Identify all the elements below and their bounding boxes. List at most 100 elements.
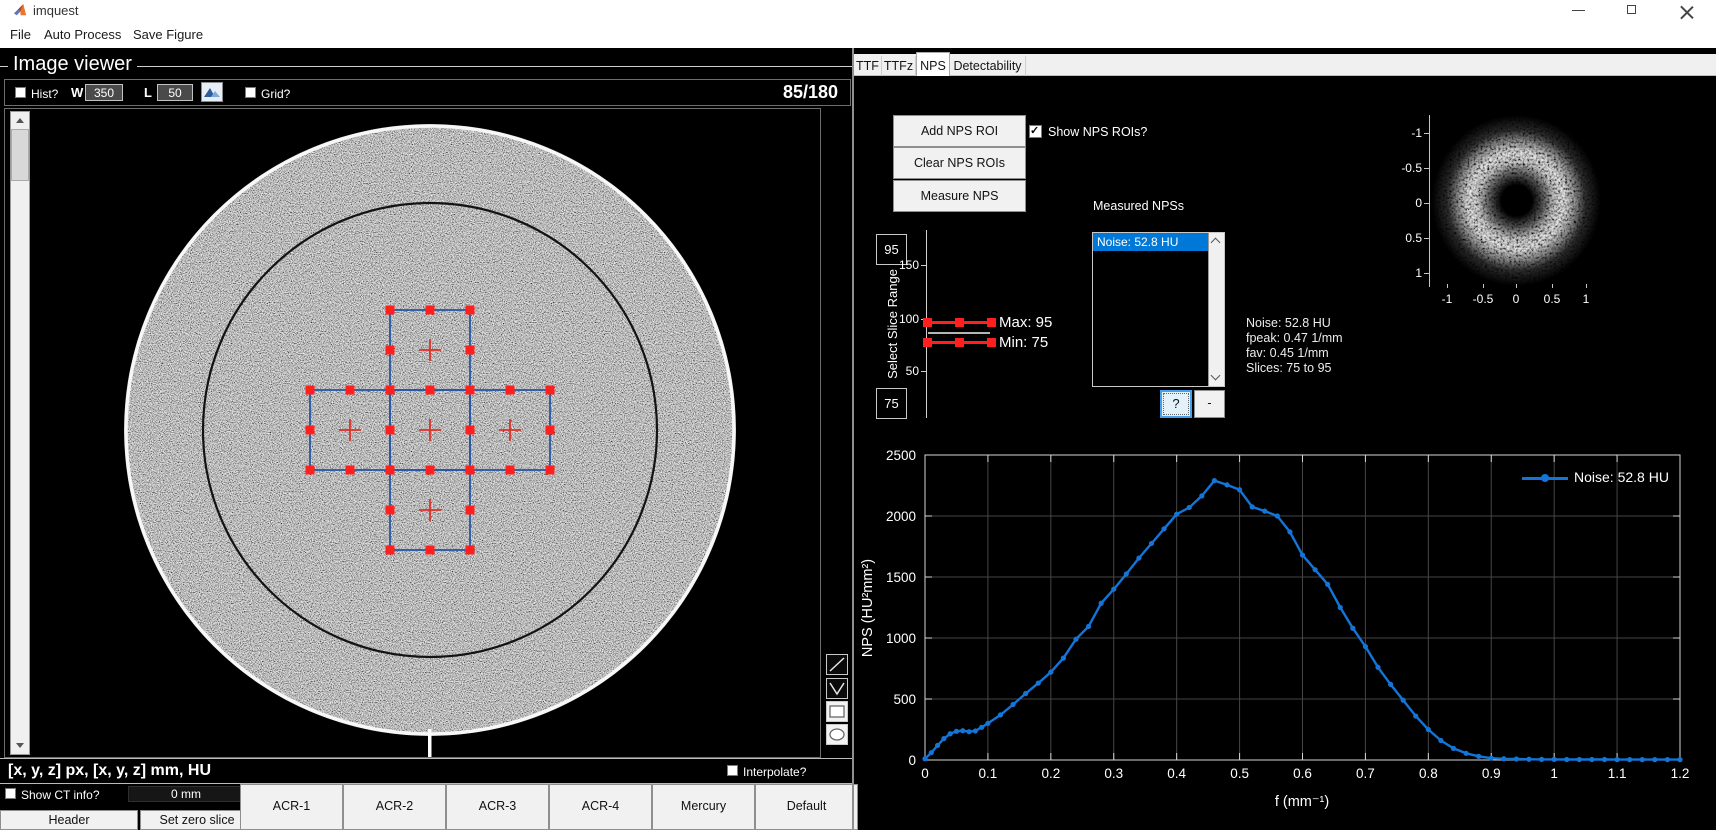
- nps2d-xlabel: 0: [1512, 292, 1520, 306]
- ellipse-roi-button[interactable]: [826, 724, 848, 745]
- tab-ttfz[interactable]: TTFz: [882, 56, 916, 76]
- nps2d-y-axis: [1429, 115, 1430, 287]
- svg-text:0.6: 0.6: [1293, 766, 1312, 781]
- chevron-up-icon: [1210, 237, 1221, 248]
- stats-noise: Noise: 52.8 HU: [1246, 316, 1331, 330]
- interpolate-checkbox[interactable]: [727, 765, 738, 776]
- tab-nps[interactable]: NPS: [916, 52, 950, 76]
- preset-mercury-button[interactable]: Mercury: [652, 784, 755, 830]
- image-viewer-toolbar: Hist? W L Grid? 85/180: [4, 79, 851, 106]
- nps2d-xlabel: 1: [1582, 292, 1590, 306]
- nps2d-xtick: [1516, 284, 1517, 288]
- nps2d-ytick: [1424, 203, 1429, 204]
- restore-button[interactable]: [1610, 0, 1656, 22]
- preset-acr4-button[interactable]: ACR-4: [549, 784, 652, 830]
- preset-default-button[interactable]: Default: [755, 784, 858, 830]
- preset-acr1-button[interactable]: ACR-1: [240, 784, 343, 830]
- remove-nps-button[interactable]: -: [1194, 390, 1225, 418]
- hist-checkbox[interactable]: [15, 87, 26, 98]
- nps2d-ytick: [1424, 273, 1429, 274]
- scroll-down-button[interactable]: [11, 737, 29, 754]
- nps2d-xtick: [1447, 284, 1448, 288]
- menu-save-figure[interactable]: Save Figure: [133, 27, 203, 42]
- image-viewer-panel-title: Image viewer: [8, 53, 137, 76]
- menu-file[interactable]: File: [10, 27, 31, 42]
- svg-text:0.5: 0.5: [1230, 766, 1249, 781]
- slider-ticklabel-150: 150: [898, 258, 919, 272]
- listbox-scrollbar[interactable]: [1208, 233, 1224, 386]
- svg-text:0.1: 0.1: [979, 766, 998, 781]
- close-button[interactable]: [1664, 0, 1710, 22]
- menu-auto-process[interactable]: Auto Process: [44, 27, 121, 42]
- stats-fpeak: fpeak: 0.47 1/mm: [1246, 331, 1343, 345]
- show-ct-info-checkbox[interactable]: [5, 788, 16, 799]
- slider-ticklabel-50: 50: [905, 364, 919, 378]
- angle-tool-icon: [829, 682, 845, 696]
- preset-acr3-button[interactable]: ACR-3: [446, 784, 549, 830]
- nps2d-xtick: [1586, 284, 1587, 288]
- nps-roi-overlay[interactable]: [5, 109, 820, 757]
- panel-divider: [852, 48, 854, 830]
- header-button[interactable]: Header: [0, 810, 138, 830]
- minimize-icon: [1572, 10, 1585, 11]
- window-level-input[interactable]: [157, 84, 193, 101]
- window-width-input[interactable]: [85, 84, 123, 101]
- zero-offset-field[interactable]: 0 mm: [128, 786, 244, 802]
- nps-plot-xlabel: f (mm⁻¹): [1274, 794, 1330, 810]
- angle-tool-button[interactable]: [826, 678, 848, 699]
- svg-text:0.8: 0.8: [1419, 766, 1438, 781]
- max-slider-handle-right[interactable]: [987, 318, 996, 327]
- add-nps-roi-button[interactable]: Add NPS ROI: [893, 115, 1026, 147]
- minimize-button[interactable]: [1556, 0, 1602, 22]
- show-nps-rois-checkbox[interactable]: [1029, 124, 1042, 138]
- line-tool-button[interactable]: [826, 654, 848, 675]
- slice-scrollbar[interactable]: [10, 111, 30, 755]
- nps2d-xtick: [1552, 284, 1553, 288]
- scrollbar-thumb[interactable]: [11, 129, 29, 181]
- measured-nps-listbox[interactable]: Noise: 52.8 HU: [1092, 232, 1225, 387]
- nps-help-button[interactable]: ?: [1160, 390, 1192, 418]
- menu-bar: File Auto Process Save Figure: [0, 22, 1716, 48]
- nps2d-ytick: [1424, 168, 1429, 169]
- slice-min-field[interactable]: 75: [876, 388, 907, 419]
- svg-text:0: 0: [908, 753, 916, 768]
- ellipse-icon: [829, 728, 845, 741]
- min-slider-handle-left[interactable]: [923, 338, 932, 347]
- nps2d-ylabel: -1: [1411, 126, 1422, 140]
- nps2d-ytick: [1424, 133, 1429, 134]
- scroll-up-button[interactable]: [11, 112, 29, 129]
- measure-nps-button[interactable]: Measure NPS: [893, 180, 1026, 212]
- max-slider-handle-left[interactable]: [923, 318, 932, 327]
- min-slider-handle-right[interactable]: [987, 338, 996, 347]
- clear-nps-rois-button[interactable]: Clear NPS ROIs: [893, 147, 1026, 179]
- mountain-icon: [204, 88, 220, 97]
- nps-list-item[interactable]: Noise: 52.8 HU: [1093, 233, 1209, 251]
- svg-text:0.2: 0.2: [1041, 766, 1060, 781]
- min-slider-handle-mid[interactable]: [955, 338, 964, 347]
- preset-acr2-button[interactable]: ACR-2: [343, 784, 446, 830]
- slice-indicator: 85/180: [782, 82, 838, 102]
- window-level-preset-button[interactable]: [201, 82, 223, 102]
- tab-ttf[interactable]: TTF: [854, 56, 882, 76]
- rectangle-roi-button[interactable]: [826, 701, 848, 722]
- tab-detectability[interactable]: Detectability: [950, 56, 1026, 76]
- measured-nps-label: Measured NPSs: [1093, 199, 1185, 213]
- nps-plot-ylabel: NPS (HU²mm²): [860, 558, 876, 658]
- stats-slices: Slices: 75 to 95: [1246, 361, 1332, 375]
- svg-text:0.3: 0.3: [1104, 766, 1123, 781]
- arrow-up-icon: [16, 118, 24, 123]
- list-scroll-down-button[interactable]: [1209, 370, 1224, 386]
- svg-text:1500: 1500: [886, 570, 916, 585]
- list-scroll-up-button[interactable]: [1209, 233, 1224, 249]
- ct-image-viewport[interactable]: [4, 108, 821, 758]
- stats-fav: fav: 0.45 1/mm: [1246, 346, 1329, 360]
- window-level-label: L: [144, 85, 152, 100]
- svg-text:1000: 1000: [886, 631, 916, 646]
- max-slider-handle-mid[interactable]: [955, 318, 964, 327]
- svg-text:1.2: 1.2: [1671, 766, 1690, 781]
- grid-checkbox[interactable]: [245, 87, 256, 98]
- nps-2d-image: [1432, 115, 1601, 286]
- set-zero-slice-button[interactable]: Set zero slice: [140, 810, 254, 830]
- svg-text:500: 500: [893, 692, 916, 707]
- arrow-down-icon: [16, 743, 24, 748]
